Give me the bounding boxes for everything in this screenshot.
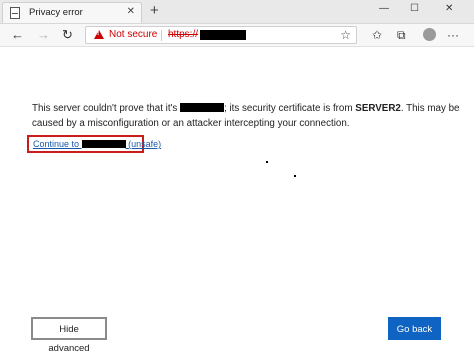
stray-dot (294, 175, 296, 177)
address-bar[interactable]: Not secure https:// ☆ (85, 26, 357, 44)
collections-icon[interactable]: ⧉ (397, 27, 406, 43)
page-icon (10, 7, 20, 19)
tab-title: Privacy error (29, 7, 83, 18)
new-tab-button[interactable]: + (150, 2, 159, 20)
avatar[interactable] (423, 28, 436, 41)
more-menu-icon[interactable]: ··· (447, 27, 459, 43)
toolbar: ← → ↻ Not secure https:// ☆ ✩ ⧉ ··· (0, 24, 474, 47)
stray-dot (266, 161, 268, 163)
redacted-hostname (180, 103, 225, 112)
refresh-icon[interactable]: ↻ (62, 27, 73, 43)
go-back-button[interactable]: Go back (388, 317, 441, 340)
tab-privacy-error[interactable]: Privacy error ✕ (2, 2, 142, 23)
error-message: This server couldn't prove that it's ; i… (32, 101, 462, 131)
maximize-button[interactable]: ☐ (410, 3, 419, 14)
server-name: SERVER2 (355, 103, 401, 114)
redacted-link-host (81, 140, 126, 148)
continue-suffix: (unsafe) (128, 139, 162, 149)
favorites-icon[interactable]: ✩ (372, 27, 382, 43)
minimize-button[interactable]: — (379, 3, 389, 14)
url-scheme[interactable]: https:// (168, 29, 198, 40)
star-icon[interactable]: ☆ (340, 28, 351, 42)
forward-arrow-icon[interactable]: → (37, 27, 50, 43)
redacted-url (200, 30, 246, 40)
page-content: This server couldn't prove that it's ; i… (0, 47, 474, 354)
tab-close-icon[interactable]: ✕ (127, 6, 135, 17)
continue-unsafe-link[interactable]: Continue to (unsafe) (33, 139, 161, 149)
continue-highlight-box: Continue to (unsafe) (27, 135, 161, 153)
message-text-1: This server couldn't prove that it's (32, 103, 178, 114)
continue-prefix: Continue to (33, 139, 80, 149)
warning-triangle-icon[interactable] (94, 30, 104, 39)
hide-advanced-button[interactable]: Hide advanced (31, 317, 107, 354)
title-bar: Privacy error ✕ + — ☐ ✕ (0, 0, 474, 24)
not-secure-label[interactable]: Not secure (109, 29, 157, 40)
message-text-2: ; its security certificate is from (224, 103, 353, 114)
address-divider (161, 30, 162, 41)
close-window-button[interactable]: ✕ (445, 3, 453, 14)
back-arrow-icon[interactable]: ← (11, 27, 24, 43)
